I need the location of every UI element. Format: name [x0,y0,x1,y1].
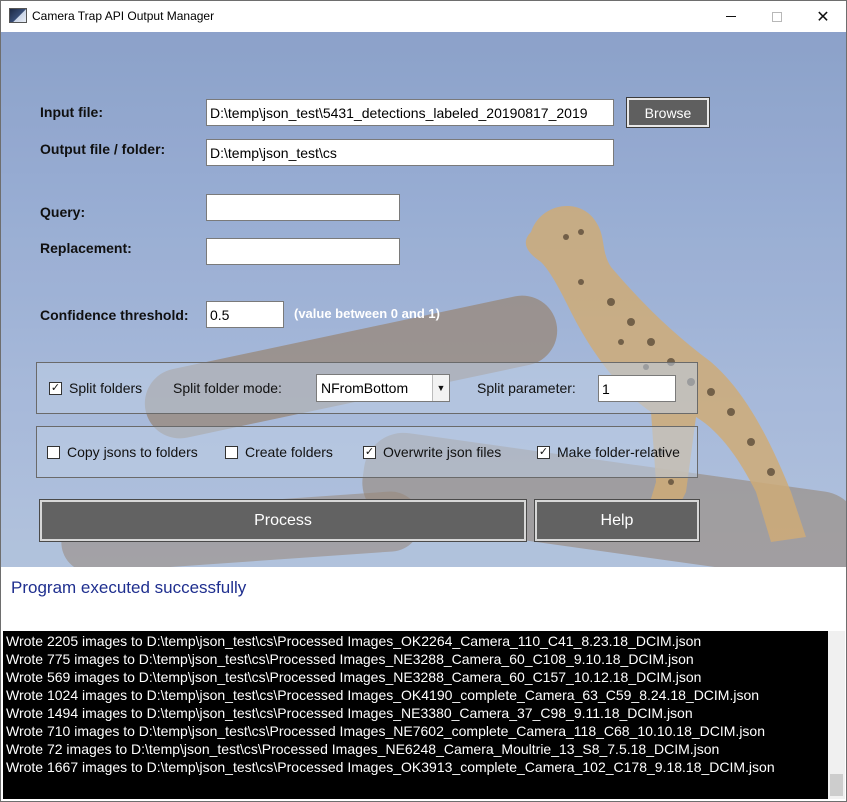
minimize-icon [726,16,736,17]
split-parameter-label: Split parameter: [477,380,576,396]
query-label: Query: [40,204,86,220]
create-folders-label: Create folders [245,444,333,460]
checkbox-checked-icon: ✓ [49,381,62,395]
query-input[interactable] [206,194,400,221]
log-line: Wrote 775 images to D:\temp\json_test\cs… [6,651,694,667]
folder-relative-checkbox[interactable]: ✓ Make folder-relative [537,444,680,460]
checkbox-checked-icon: ✓ [537,445,550,459]
close-button[interactable]: ✕ [800,1,846,32]
log-line: Wrote 569 images to D:\temp\json_test\cs… [6,669,702,685]
log-line: Wrote 710 images to D:\temp\json_test\cs… [6,723,766,739]
window-title: Camera Trap API Output Manager [32,9,215,23]
maximize-button[interactable] [754,1,800,32]
log-line: Wrote 1494 images to D:\temp\json_test\c… [6,705,693,721]
output-file-field[interactable]: D:\temp\json_test\cs [206,139,614,166]
checkbox-checked-icon: ✓ [363,445,376,459]
log-line: Wrote 72 images to D:\temp\json_test\cs\… [6,741,720,757]
split-mode-select[interactable]: NFromBottom ▼ [316,374,450,402]
log-line: Wrote 1024 images to D:\temp\json_test\c… [6,687,760,703]
status-area [1,567,846,631]
browse-button[interactable]: Browse [626,97,710,128]
log-console[interactable]: Wrote 2205 images to D:\temp\json_test\c… [3,631,828,799]
log-line: Wrote 1667 images to D:\temp\json_test\c… [6,759,775,775]
input-file-field[interactable]: D:\temp\json_test\5431_detections_labele… [206,99,614,126]
process-button[interactable]: Process [39,499,527,542]
maximize-icon [772,11,782,22]
status-message: Program executed successfully [11,578,247,597]
app-icon [9,8,27,23]
overwrite-json-checkbox[interactable]: ✓ Overwrite json files [363,444,501,460]
dropdown-arrow-icon[interactable]: ▼ [432,375,449,401]
close-icon: ✕ [816,8,830,26]
create-folders-checkbox[interactable]: Create folders [225,444,333,460]
log-scrollbar[interactable] [828,631,845,799]
copy-jsons-label: Copy jsons to folders [67,444,198,460]
confidence-hint: (value between 0 and 1) [294,306,440,321]
split-mode-label: Split folder mode: [173,380,282,396]
overwrite-json-label: Overwrite json files [383,444,502,460]
log-line: Wrote 2205 images to D:\temp\json_test\c… [6,633,702,649]
confidence-input[interactable]: 0.5 [206,301,284,328]
app-window: Camera Trap API Output Manager ✕ Input f… [0,0,847,802]
help-button[interactable]: Help [534,499,700,542]
folder-relative-label: Make folder-relative [557,444,680,460]
input-file-label: Input file: [40,104,103,120]
split-folders-label: Split folders [69,380,143,396]
split-folders-checkbox[interactable]: ✓ Split folders [49,380,142,396]
scrollbar-thumb[interactable] [830,774,843,796]
split-parameter-input[interactable]: 1 [598,375,676,402]
minimize-button[interactable] [708,1,754,32]
replacement-input[interactable] [206,238,400,265]
output-file-label: Output file / folder: [40,141,166,157]
split-mode-value: NFromBottom [321,380,409,396]
title-bar[interactable]: Camera Trap API Output Manager ✕ [1,1,846,32]
checkbox-unchecked-icon [225,445,238,459]
checkbox-unchecked-icon [47,445,60,459]
confidence-label: Confidence threshold: [40,307,189,323]
replacement-label: Replacement: [40,240,132,256]
copy-jsons-checkbox[interactable]: Copy jsons to folders [47,444,198,460]
